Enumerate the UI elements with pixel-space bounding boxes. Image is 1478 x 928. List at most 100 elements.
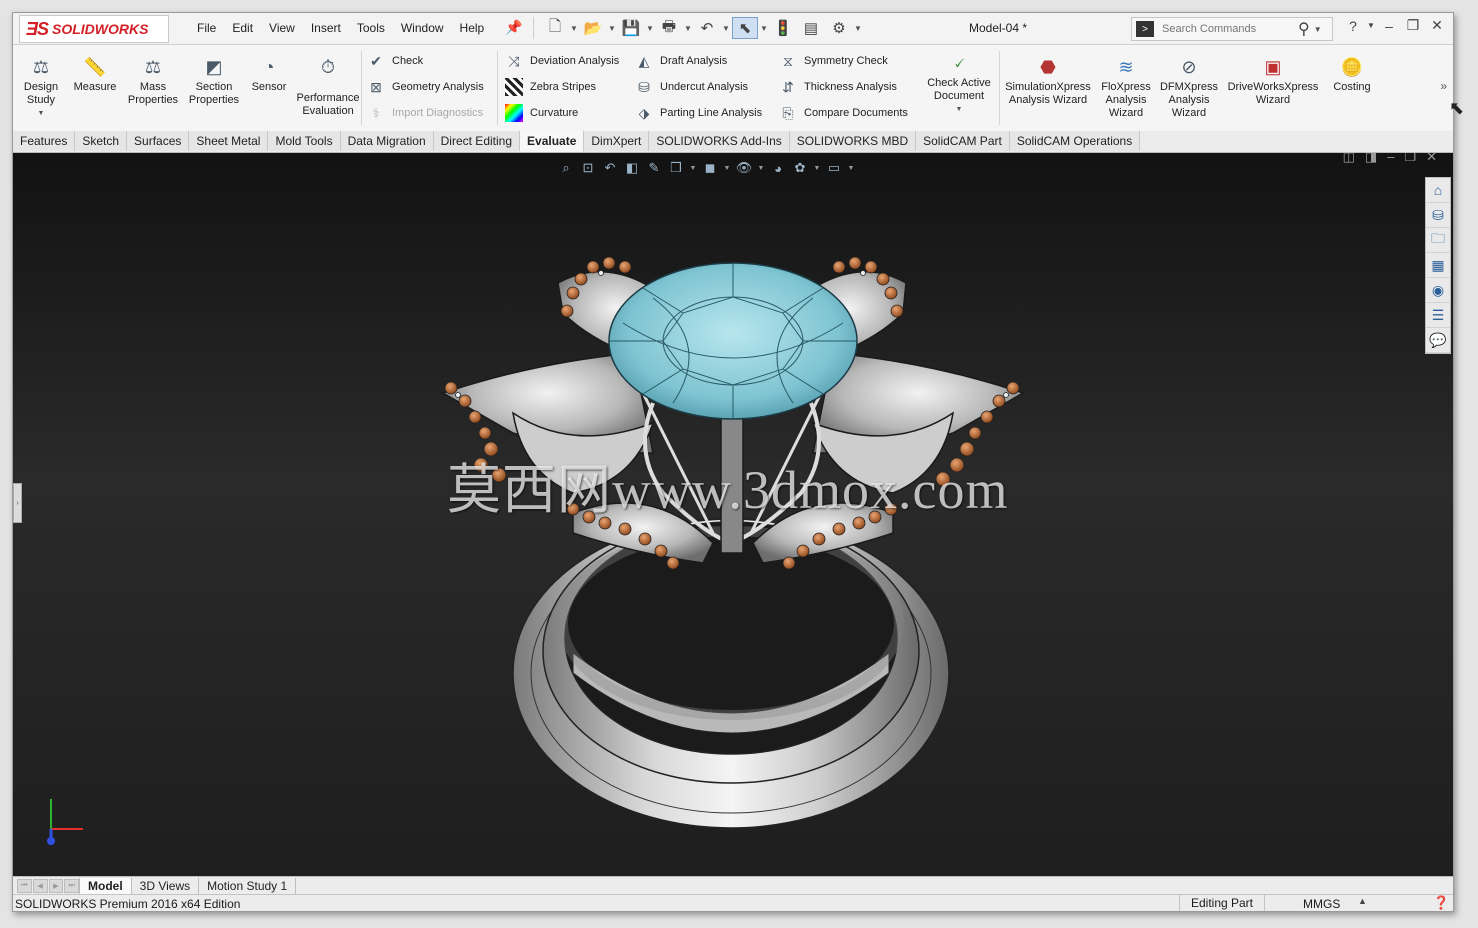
dfmxpress-button[interactable]: ⊘ DFMXpress Analysis Wizard [1159,55,1219,120]
tab-solidworks-mbd[interactable]: SOLIDWORKS MBD [789,131,917,151]
tab-data-migration[interactable]: Data Migration [340,131,434,151]
tab-surfaces[interactable]: Surfaces [127,131,190,151]
chevron-down-icon[interactable]: ▼ [854,24,862,33]
solidworks-logo[interactable]: ƎS SOLIDWORKS [19,15,169,43]
symmetry-check-button[interactable]: ⧖ Symmetry Check [779,50,888,72]
restore-icon[interactable]: ❐ [1401,17,1425,34]
tab-evaluate[interactable]: Evaluate [520,131,585,152]
close-icon[interactable]: ✕ [1425,17,1449,34]
tab-model[interactable]: Model [79,877,132,894]
sensor-label: Sensor [251,81,287,93]
help-icon[interactable]: ? [1341,18,1365,34]
chevron-down-icon[interactable]: ▼ [921,103,997,116]
open-folder-icon[interactable]: 📂 [580,17,606,39]
tab-direct-editing[interactable]: Direct Editing [433,131,521,151]
undo-icon[interactable]: ↶ [694,17,720,39]
graphics-viewport[interactable]: ⌕ ⊡ ↶ ◧ ✎ ❒ ▼ ◼ ▼ 👁 ▼ ◕ ✿ ▼ ▭ ▼ ◫ ◨ – ❐ ✕ ⌂ ⛁… [13,153,1453,876]
search-commands[interactable]: > ⚲ ▼ [1131,17,1333,41]
menu-help[interactable]: Help [452,21,493,35]
quick-access-toolbar: 🗋 ▼ 📂 ▼ 💾 ▼ 🖶 ▼ ↶ ▼ ⬉ ▼ 🚦 ▤ ⚙ ▼ [533,17,862,39]
menu-file[interactable]: File [189,21,224,35]
chevron-up-icon[interactable]: ▲ [1358,896,1367,906]
import-diagnostics-button[interactable]: ⚕ Import Diagnostics [367,102,483,124]
check-active-document-button[interactable]: 🗸 Check Active Document ▼ [921,51,997,116]
select-pointer-icon[interactable]: ⬉ [732,17,758,39]
sensor-button[interactable]: ◔ Sensor [247,55,291,94]
chevron-down-icon[interactable]: ▼ [608,24,616,33]
first-tab-icon[interactable]: ⏮ [17,879,32,893]
file-properties-icon[interactable]: ▤ [798,17,824,39]
quick-tips-icon[interactable]: ❓ [1433,895,1449,911]
check-button[interactable]: ✔ Check [367,50,423,72]
tab-solidworks-add-ins[interactable]: SOLIDWORKS Add-Ins [649,131,790,151]
costing-button[interactable]: 🪙 Costing [1325,55,1379,94]
chevron-down-icon[interactable]: ▼ [684,24,692,33]
compare-documents-button[interactable]: ⎘ Compare Documents [779,102,908,124]
section-properties-label: Section Properties [188,81,240,106]
unit-system[interactable]: MMGS [1303,897,1340,911]
design-study-button[interactable]: ⚖ Design Study ▼ [19,55,63,120]
save-icon[interactable]: 💾 [618,17,644,39]
geometry-analysis-button[interactable]: ⊠ Geometry Analysis [367,76,484,98]
chevron-down-icon[interactable]: ▼ [1314,25,1322,34]
parting-line-analysis-button[interactable]: ⬗ Parting Line Analysis [635,102,763,124]
performance-evaluation-button[interactable]: ⏱ Performance Evaluation [293,55,363,118]
menu-edit[interactable]: Edit [224,21,261,35]
undercut-analysis-button[interactable]: ⛁ Undercut Analysis [635,76,748,98]
draft-analysis-button[interactable]: ◭ Draft Analysis [635,50,728,72]
menu-window[interactable]: Window [393,21,452,35]
menu-insert[interactable]: Insert [303,21,349,35]
curvature-button[interactable]: c Curvature [505,102,578,124]
pin-icon[interactable]: 📌 [505,19,522,36]
costing-icon: 🪙 [1340,56,1364,77]
check-active-document-icon: 🗸 [952,52,966,73]
zebra-stripes-button[interactable]: z Zebra Stripes [505,76,596,98]
model-tabs-bar: ⏮ ◀ ▶ ⏭ Model 3D Views Motion Study 1 [13,876,1453,894]
document-title: Model-04 * [969,21,1028,35]
tab-motion-study-1[interactable]: Motion Study 1 [199,877,297,894]
tab-sheet-metal[interactable]: Sheet Metal [189,131,269,151]
tab-solidcam-operations[interactable]: SolidCAM Operations [1009,131,1141,151]
menu-view[interactable]: View [261,21,303,35]
tab-features[interactable]: Features [13,131,76,151]
menu-tools[interactable]: Tools [349,21,393,35]
last-tab-icon[interactable]: ⏭ [64,879,79,893]
tab-sketch[interactable]: Sketch [75,131,128,151]
print-icon[interactable]: 🖶 [656,17,682,39]
deviation-analysis-button[interactable]: ⤨ Deviation Analysis [505,50,619,72]
minimize-icon[interactable]: – [1377,18,1401,34]
rebuild-traffic-light-icon[interactable]: 🚦 [770,17,796,39]
tab-3d-views[interactable]: 3D Views [132,877,200,894]
chevron-down-icon[interactable]: ▼ [19,107,63,120]
chevron-down-icon[interactable]: ▼ [760,24,768,33]
new-document-icon[interactable]: 🗋 [542,17,568,39]
watermark-text: 莫西网www.3dmox.com [447,460,1009,520]
solidworks-window: ƎS SOLIDWORKS File Edit View Insert Tool… [12,12,1454,912]
chevron-down-icon[interactable]: ▼ [1365,21,1377,30]
search-icon[interactable]: ⚲ [1298,19,1310,39]
floxpress-button[interactable]: ≋ FloXpress Analysis Wizard [1097,55,1155,120]
symmetry-check-label: Symmetry Check [804,55,888,67]
ribbon-overflow-icon[interactable]: » [1440,79,1447,93]
chevron-down-icon[interactable]: ▼ [722,24,730,33]
section-properties-button[interactable]: ◩ Section Properties [185,55,243,107]
simulationxpress-button[interactable]: ⬣ SimulationXpress Analysis Wizard [1003,55,1093,107]
import-diagnostics-label: Import Diagnostics [392,107,484,119]
measure-button[interactable]: 📏 Measure [69,55,121,94]
measure-icon: 📏 [83,56,107,77]
options-gear-icon[interactable]: ⚙ [826,17,852,39]
thickness-analysis-button[interactable]: ⇵ Thickness Analysis [779,76,897,98]
search-input[interactable] [1160,22,1294,36]
driveworksxpress-button[interactable]: ▣ DriveWorksXpress Wizard [1225,55,1321,107]
tab-dimxpert[interactable]: DimXpert [584,131,650,151]
mass-properties-button[interactable]: ⚖ Mass Properties [125,55,181,107]
tab-solidcam-part[interactable]: SolidCAM Part [916,131,1010,151]
logo-text: SOLIDWORKS [52,21,149,37]
measure-label: Measure [73,81,117,93]
prev-tab-icon[interactable]: ◀ [32,879,48,893]
ring-band [512,517,950,829]
chevron-down-icon[interactable]: ▼ [646,24,654,33]
tab-mold-tools[interactable]: Mold Tools [268,131,341,151]
next-tab-icon[interactable]: ▶ [48,879,64,893]
chevron-down-icon[interactable]: ▼ [570,24,578,33]
